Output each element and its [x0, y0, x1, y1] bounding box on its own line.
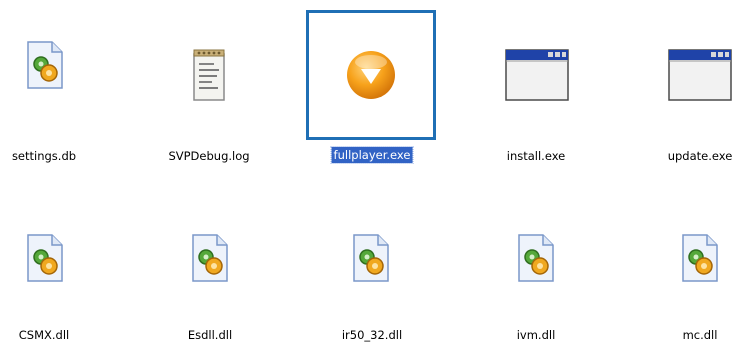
dll-gear-document-icon — [635, 193, 737, 323]
file-name-label: fullplayer.exe — [330, 146, 414, 164]
notepad-text-document-icon — [144, 10, 274, 140]
window-app-icon — [472, 10, 602, 140]
file-name-label: ivm.dll — [516, 328, 556, 342]
file-name-label: mc.dll — [682, 328, 718, 342]
file-icon-view: settings.db SVPDebug.log fullplayer.exe … — [0, 0, 737, 342]
file-name-label: SVPDebug.log — [168, 149, 250, 163]
file-name-label: settings.db — [11, 149, 77, 163]
dll-gear-document-icon — [145, 193, 275, 323]
window-app-icon — [635, 10, 737, 140]
dll-gear-document-icon — [471, 193, 601, 323]
orange-play-app-icon — [306, 10, 436, 140]
file-name-label: install.exe — [506, 149, 566, 163]
dll-gear-document-icon — [0, 193, 110, 323]
dll-gear-document-icon — [0, 0, 110, 130]
file-name-label: CSMX.dll — [18, 328, 70, 342]
dll-gear-document-icon — [306, 193, 436, 323]
file-name-label: update.exe — [667, 149, 733, 163]
file-name-label: ir50_32.dll — [341, 328, 403, 342]
file-name-label: Esdll.dll — [187, 328, 233, 342]
